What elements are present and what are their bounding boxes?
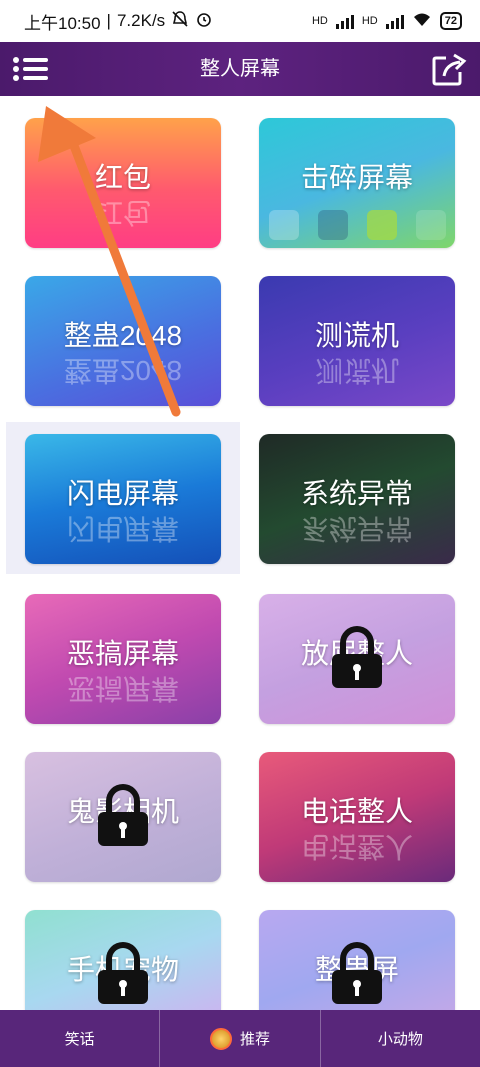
medal-icon [209, 1027, 232, 1050]
card-label: 系统异常 [300, 478, 413, 509]
tab-label: 笑话 [64, 1031, 95, 1048]
card-phone-pet[interactable]: 手机宠物 [25, 910, 221, 1010]
card-label-reflection: 红包 [94, 197, 151, 228]
card-ghost-camera[interactable]: 鬼影相机 [25, 752, 221, 882]
card-2048[interactable]: 整蛊2048 整蛊2048 [25, 276, 221, 406]
page-title: 整人屏幕 [200, 58, 280, 80]
wifi-icon [412, 12, 432, 31]
lock-icon [98, 942, 148, 1004]
card-system-error[interactable]: 系统异常 系统异常 [259, 434, 455, 564]
alarm-icon [195, 10, 213, 33]
status-time: 上午10:50 [24, 13, 101, 33]
status-speed: 7.2K/s [116, 11, 166, 30]
card-lightning-screen[interactable]: 闪电屏幕 闪电屏幕 [25, 434, 221, 564]
card-label-reflection: 闪电屏幕 [66, 513, 179, 544]
tab-recommend[interactable]: 推荐 [160, 1010, 321, 1067]
card-label: 整蛊2048 [63, 320, 183, 351]
card-prank-screen[interactable]: 恶搞屏幕 恶搞屏幕 [25, 594, 221, 724]
card-fart-prank[interactable]: 放屁整人 [259, 594, 455, 724]
card-phone-icons [259, 210, 455, 240]
status-bar: 上午10:50 | 7.2K/s HD HD 72 [0, 0, 480, 42]
bottom-tab-bar: 笑话 推荐 小动物 [0, 1010, 480, 1067]
card-label-reflection: 恶搞屏幕 [66, 673, 179, 704]
battery-icon: 72 [439, 12, 462, 30]
card-label-reflection: 整蛊2048 [63, 355, 183, 386]
tab-label: 小动物 [377, 1031, 423, 1048]
app-bar: 整人屏幕 [0, 42, 480, 96]
lock-icon [332, 626, 382, 688]
share-icon[interactable] [430, 50, 468, 88]
signal-icon-2 [385, 13, 404, 29]
lock-icon [98, 784, 148, 846]
card-label-reflection: 电话整人 [300, 831, 413, 862]
card-label: 恶搞屏幕 [66, 638, 179, 669]
card-label-reflection: 系统异常 [300, 513, 413, 544]
card-prank-screen-2[interactable]: 整蛊屏 [259, 910, 455, 1010]
feature-grid: 红包 红包 击碎屏幕 整蛊2048 整蛊2048 测谎机 测谎机 闪电屏幕 闪电… [0, 96, 480, 1010]
lock-icon [332, 942, 382, 1004]
net-label-1: HD [311, 15, 328, 27]
card-label: 测谎机 [314, 320, 399, 351]
tab-animals[interactable]: 小动物 [321, 1010, 480, 1067]
card-label: 闪电屏幕 [66, 478, 179, 509]
card-label: 电话整人 [300, 796, 413, 827]
card-lie-detector[interactable]: 测谎机 测谎机 [259, 276, 455, 406]
tab-label: 推荐 [239, 1031, 270, 1048]
signal-icon [335, 13, 354, 29]
card-label-reflection: 测谎机 [314, 355, 399, 386]
card-red-packet[interactable]: 红包 红包 [25, 118, 221, 248]
card-label: 击碎屏幕 [300, 162, 413, 193]
card-label: 红包 [94, 162, 151, 193]
tab-jokes[interactable]: 笑话 [0, 1010, 161, 1067]
net-label-2: HD [361, 15, 378, 27]
card-shatter-screen[interactable]: 击碎屏幕 [259, 118, 455, 248]
status-divider: | [106, 11, 111, 30]
bell-muted-icon [171, 10, 189, 33]
card-phone-prank[interactable]: 电话整人 电话整人 [259, 752, 455, 882]
